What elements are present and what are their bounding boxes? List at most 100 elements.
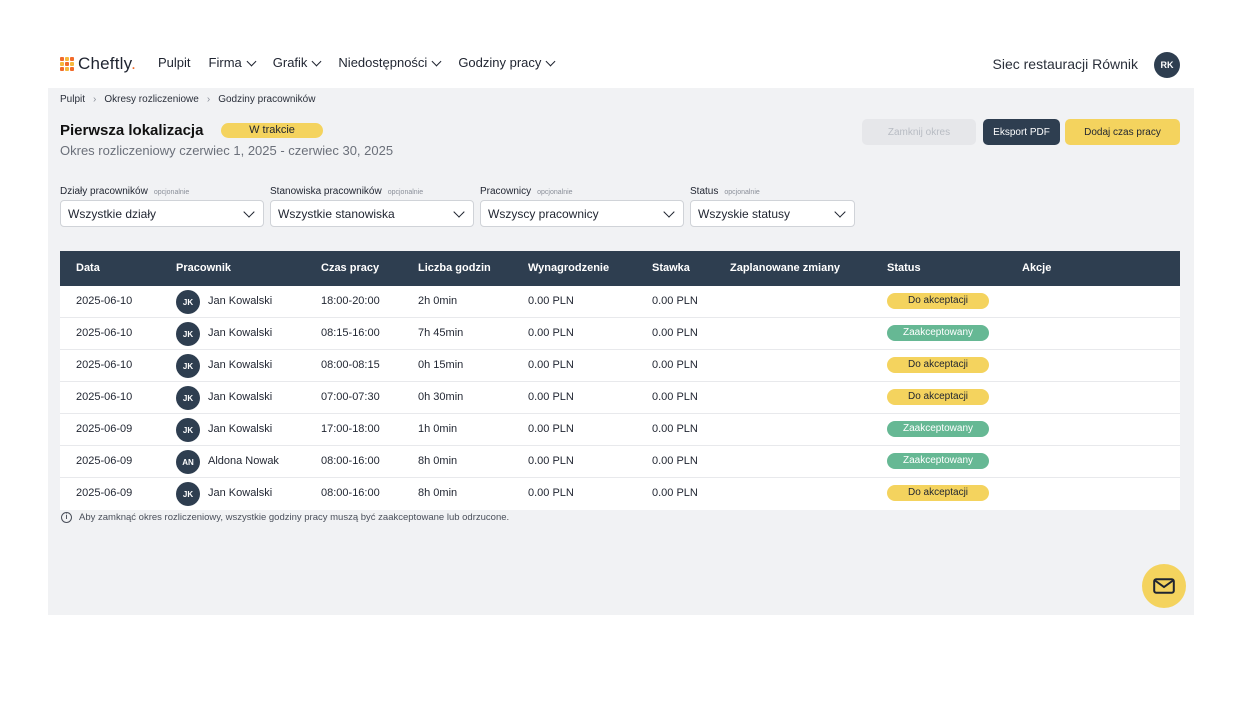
info-icon: i xyxy=(61,512,72,523)
column-header-date[interactable]: Data xyxy=(76,262,100,274)
main-nav: Pulpit Firma Grafik Niedostępności Godzi… xyxy=(158,55,556,70)
chevron-down-icon xyxy=(663,205,675,218)
column-header-hours[interactable]: Liczba godzin xyxy=(418,262,491,274)
cell-rate: 0.00 PLN xyxy=(652,391,698,403)
cell-date: 2025-06-10 xyxy=(76,327,133,339)
chevron-down-icon xyxy=(243,205,255,218)
cell-work-time: 08:00-16:00 xyxy=(321,455,380,467)
cell-date: 2025-06-09 xyxy=(76,455,133,467)
chevron-right-icon: › xyxy=(93,94,97,105)
employee-avatar: JK xyxy=(176,386,200,410)
cell-employee-name: Jan Kowalski xyxy=(208,423,273,435)
positions-select[interactable]: Wszystkie stanowiska xyxy=(270,200,474,227)
filter-positions: Stanowiska pracowników opcjonalnie Wszys… xyxy=(270,186,474,227)
table-header: Data Pracownik Czas pracy Liczba godzin … xyxy=(60,251,1180,286)
nav-label: Firma xyxy=(208,55,242,70)
cell-pay: 0.00 PLN xyxy=(528,295,574,307)
cell-work-time: 08:00-16:00 xyxy=(321,487,380,499)
chevron-down-icon xyxy=(246,56,257,66)
cell-work-time: 07:00-07:30 xyxy=(321,391,380,403)
employee-avatar: JK xyxy=(176,482,200,506)
select-value: Wszyscy pracownicy xyxy=(488,206,599,221)
app-frame: Cheftly. Pulpit Firma Grafik Niedostępno… xyxy=(48,38,1194,615)
table-row[interactable]: 2025-06-09 Jan Kowalski 08:00-16:00 8h 0min… xyxy=(60,478,1180,510)
breadcrumb-item-pulpit[interactable]: Pulpit xyxy=(60,94,85,105)
close-period-button[interactable]: Zamknij okres xyxy=(862,119,976,145)
message-button[interactable] xyxy=(1142,564,1186,608)
column-header-rate[interactable]: Stawka xyxy=(652,262,690,274)
organization-name[interactable]: Siec restauracji Równik xyxy=(993,56,1139,72)
cell-hours: 7h 45min xyxy=(418,327,464,339)
logo[interactable]: Cheftly. xyxy=(60,54,136,74)
breadcrumb: Pulpit › Okresy rozliczeniowe › Godziny … xyxy=(60,94,315,105)
mail-icon xyxy=(1153,578,1175,594)
status-badge: Do akceptacji xyxy=(887,357,989,373)
page-subtitle: Okres rozliczeniowy czerwiec 1, 2025 - c… xyxy=(60,143,394,158)
optional-hint: opcjonalnie xyxy=(153,189,190,196)
filter-label: Status xyxy=(690,186,719,197)
column-header-work-time[interactable]: Czas pracy xyxy=(321,262,379,274)
cell-work-time: 18:00-20:00 xyxy=(321,295,380,307)
table-row[interactable]: 2025-06-10 Jan Kowalski 07:00-07:30 0h 30mi… xyxy=(60,382,1180,414)
filter-label: Działy pracowników xyxy=(60,186,148,197)
column-header-pay[interactable]: Wynagrodzenie xyxy=(528,262,609,274)
cell-work-time: 08:15-16:00 xyxy=(321,327,380,339)
status-select[interactable]: Wszyskie statusy xyxy=(690,200,855,227)
nav-label: Godziny pracy xyxy=(458,55,542,70)
status-badge: Zaakceptowany xyxy=(887,421,989,437)
chevron-down-icon xyxy=(545,56,556,66)
export-pdf-button[interactable]: Eksport PDF xyxy=(983,119,1060,145)
breadcrumb-item-periods[interactable]: Okresy rozliczeniowe xyxy=(104,94,198,105)
cell-hours: 8h 0min xyxy=(418,455,458,467)
nav-item-pulpit[interactable]: Pulpit xyxy=(158,55,191,70)
table-row[interactable]: 2025-06-10 Jan Kowalski 18:00-20:00 2h 0min… xyxy=(60,286,1180,318)
cell-pay: 0.00 PLN xyxy=(528,359,574,371)
table-row[interactable]: 2025-06-09 Aldona Nowak 08:00-16:00 8h 0min… xyxy=(60,446,1180,478)
chevron-down-icon xyxy=(311,56,322,66)
departments-select[interactable]: Wszystkie działy xyxy=(60,200,264,227)
nav-item-godziny-pracy[interactable]: Godziny pracy xyxy=(458,55,556,70)
status-badge: Do akceptacji xyxy=(887,485,989,501)
cell-employee-name: Jan Kowalski xyxy=(208,327,273,339)
info-note: i Aby zamknąć okres rozliczeniowy, wszys… xyxy=(61,512,509,523)
cell-pay: 0.00 PLN xyxy=(528,327,574,339)
column-header-employee[interactable]: Pracownik xyxy=(176,262,231,274)
table-row[interactable]: 2025-06-10 Jan Kowalski 08:00-08:15 0h 15mi… xyxy=(60,350,1180,382)
status-badge: Zaakceptowany xyxy=(887,453,989,469)
chevron-down-icon xyxy=(834,205,846,218)
cell-hours: 0h 30min xyxy=(418,391,464,403)
cell-rate: 0.00 PLN xyxy=(652,487,698,499)
filter-departments: Działy pracowników opcjonalnie Wszystkie… xyxy=(60,186,264,227)
cell-hours: 0h 15min xyxy=(418,359,464,371)
chevron-down-icon xyxy=(431,56,442,66)
logo-text: Cheftly xyxy=(78,54,132,73)
employee-avatar: JK xyxy=(176,418,200,442)
nav-item-grafik[interactable]: Grafik xyxy=(273,55,322,70)
cell-employee-name: Jan Kowalski xyxy=(208,359,273,371)
column-header-status[interactable]: Status xyxy=(887,262,921,274)
status-badge: Do akceptacji xyxy=(887,389,989,405)
table-row[interactable]: 2025-06-09 Jan Kowalski 17:00-18:00 1h 0min… xyxy=(60,414,1180,446)
cell-date: 2025-06-09 xyxy=(76,487,133,499)
add-hours-button[interactable]: Dodaj czas pracy xyxy=(1065,119,1180,145)
select-value: Wszyskie statusy xyxy=(698,206,791,221)
user-avatar[interactable]: RK xyxy=(1154,52,1180,78)
logo-icon xyxy=(60,57,74,71)
cell-pay: 0.00 PLN xyxy=(528,391,574,403)
cell-pay: 0.00 PLN xyxy=(528,487,574,499)
select-value: Wszystkie stanowiska xyxy=(278,206,395,221)
employees-select[interactable]: Wszyscy pracownicy xyxy=(480,200,684,227)
column-header-actions: Akcje xyxy=(1022,262,1052,274)
column-header-planned-shifts[interactable]: Zaplanowane zmiany xyxy=(730,262,840,274)
employee-avatar: JK xyxy=(176,354,200,378)
nav-item-firma[interactable]: Firma xyxy=(208,55,257,70)
cell-date: 2025-06-10 xyxy=(76,391,133,403)
page-title: Pierwsza lokalizacja xyxy=(60,122,204,139)
cell-rate: 0.00 PLN xyxy=(652,423,698,435)
nav-item-niedostepnosci[interactable]: Niedostępności xyxy=(338,55,442,70)
logo-dot: . xyxy=(131,54,136,73)
cell-hours: 2h 0min xyxy=(418,295,458,307)
table-row[interactable]: 2025-06-10 Jan Kowalski 08:15-16:00 7h 45mi… xyxy=(60,318,1180,350)
select-value: Wszystkie działy xyxy=(68,206,157,221)
work-hours-table: Data Pracownik Czas pracy Liczba godzin … xyxy=(60,251,1180,510)
